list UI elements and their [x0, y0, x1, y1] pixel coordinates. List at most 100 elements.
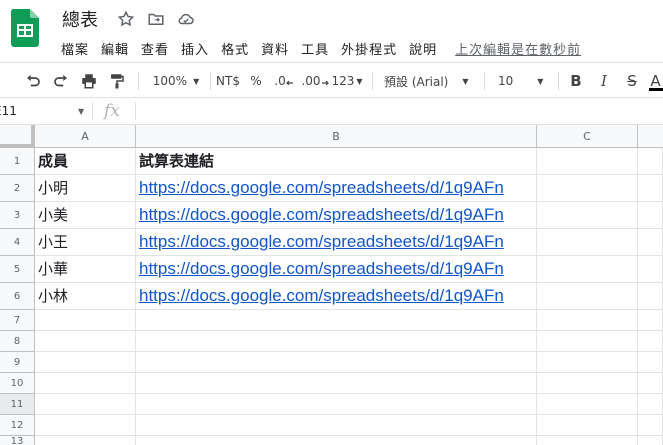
- cell-c12[interactable]: [537, 415, 638, 436]
- cell-c13[interactable]: [537, 436, 638, 445]
- cell-a8[interactable]: [35, 331, 136, 352]
- menu-edit[interactable]: 編輯: [95, 37, 135, 60]
- name-box[interactable]: E11 ▼: [0, 98, 92, 124]
- row-header-4[interactable]: 4: [0, 229, 35, 256]
- row-header-11[interactable]: 11: [0, 394, 35, 415]
- column-header-b[interactable]: B: [136, 125, 537, 148]
- column-header-a[interactable]: A: [35, 125, 136, 148]
- cell-c5[interactable]: [537, 256, 638, 283]
- menu-help[interactable]: 說明: [403, 37, 443, 60]
- cell-b6-link[interactable]: https://docs.google.com/spreadsheets/d/1…: [136, 283, 537, 310]
- row-header-2[interactable]: 2: [0, 175, 35, 202]
- cell-c10[interactable]: [537, 373, 638, 394]
- row-header-1[interactable]: 1: [0, 148, 35, 175]
- cell-d2[interactable]: [638, 175, 663, 202]
- cell-b9[interactable]: [136, 352, 537, 373]
- cell-d6[interactable]: [638, 283, 663, 310]
- cell-a2[interactable]: 小明: [35, 175, 136, 202]
- strikethrough-button[interactable]: S: [622, 68, 642, 94]
- menu-tools[interactable]: 工具: [295, 37, 335, 60]
- zoom-select[interactable]: 100% ▼: [146, 68, 206, 94]
- cell-d4[interactable]: [638, 229, 663, 256]
- redo-icon[interactable]: [48, 68, 74, 94]
- cell-b3-link[interactable]: https://docs.google.com/spreadsheets/d/1…: [136, 202, 537, 229]
- row-header-6[interactable]: 6: [0, 283, 35, 310]
- cell-b13[interactable]: [136, 436, 537, 445]
- row-header-8[interactable]: 8: [0, 331, 35, 352]
- cell-b12[interactable]: [136, 415, 537, 436]
- cell-b4-link[interactable]: https://docs.google.com/spreadsheets/d/1…: [136, 229, 537, 256]
- menu-insert[interactable]: 插入: [175, 37, 215, 60]
- column-header-d[interactable]: [638, 125, 663, 148]
- cell-a11[interactable]: [35, 394, 136, 415]
- menu-addons[interactable]: 外掛程式: [335, 37, 403, 60]
- select-all-corner[interactable]: [0, 125, 35, 148]
- cell-b2-link[interactable]: https://docs.google.com/spreadsheets/d/1…: [136, 175, 537, 202]
- cell-b7[interactable]: [136, 310, 537, 331]
- cell-d11[interactable]: [638, 394, 663, 415]
- cell-c3[interactable]: [537, 202, 638, 229]
- cell-a1[interactable]: 成員: [35, 148, 136, 175]
- row-header-13[interactable]: 13: [0, 436, 35, 445]
- formula-input[interactable]: [140, 98, 660, 124]
- sheets-logo-icon[interactable]: [10, 9, 40, 47]
- row-header-3[interactable]: 3: [0, 202, 35, 229]
- percent-format-button[interactable]: %: [246, 68, 266, 94]
- italic-button[interactable]: I: [594, 68, 614, 94]
- cell-d12[interactable]: [638, 415, 663, 436]
- cell-a4[interactable]: 小王: [35, 229, 136, 256]
- cell-d8[interactable]: [638, 331, 663, 352]
- cell-d7[interactable]: [638, 310, 663, 331]
- cell-c8[interactable]: [537, 331, 638, 352]
- cell-c11[interactable]: [537, 394, 638, 415]
- move-folder-icon[interactable]: [146, 9, 166, 29]
- last-edit-link[interactable]: 上次編輯是在數秒前: [455, 39, 581, 58]
- row-header-9[interactable]: 9: [0, 352, 35, 373]
- cell-d1[interactable]: [638, 148, 663, 175]
- cell-a9[interactable]: [35, 352, 136, 373]
- cloud-status-icon[interactable]: [176, 9, 196, 29]
- cell-c4[interactable]: [537, 229, 638, 256]
- cell-d3[interactable]: [638, 202, 663, 229]
- cell-c2[interactable]: [537, 175, 638, 202]
- font-family-select[interactable]: 預設 (Arial) ▼: [384, 68, 478, 94]
- cell-a3[interactable]: 小美: [35, 202, 136, 229]
- star-icon[interactable]: [116, 9, 136, 29]
- cell-d13[interactable]: [638, 436, 663, 445]
- cell-a5[interactable]: 小華: [35, 256, 136, 283]
- row-header-7[interactable]: 7: [0, 310, 35, 331]
- cell-c1[interactable]: [537, 148, 638, 175]
- cell-c7[interactable]: [537, 310, 638, 331]
- menu-format[interactable]: 格式: [215, 37, 255, 60]
- document-title[interactable]: 總表: [62, 6, 98, 32]
- undo-icon[interactable]: [20, 68, 46, 94]
- cell-b8[interactable]: [136, 331, 537, 352]
- row-header-10[interactable]: 10: [0, 373, 35, 394]
- cell-d5[interactable]: [638, 256, 663, 283]
- cell-a10[interactable]: [35, 373, 136, 394]
- menu-data[interactable]: 資料: [255, 37, 295, 60]
- paint-format-icon[interactable]: [104, 68, 130, 94]
- menu-file[interactable]: 檔案: [55, 37, 95, 60]
- increase-decimal-button[interactable]: .00: [300, 68, 330, 94]
- row-header-5[interactable]: 5: [0, 256, 35, 283]
- font-size-select[interactable]: 10 ▼: [498, 68, 554, 94]
- cell-c9[interactable]: [537, 352, 638, 373]
- cell-b1[interactable]: 試算表連結: [136, 148, 537, 175]
- cell-b11[interactable]: [136, 394, 537, 415]
- decrease-decimal-button[interactable]: .0: [271, 68, 297, 94]
- cell-b5-link[interactable]: https://docs.google.com/spreadsheets/d/1…: [136, 256, 537, 283]
- cell-c6[interactable]: [537, 283, 638, 310]
- print-icon[interactable]: [76, 68, 102, 94]
- cell-a12[interactable]: [35, 415, 136, 436]
- cell-a13[interactable]: [35, 436, 136, 445]
- cell-b10[interactable]: [136, 373, 537, 394]
- menu-view[interactable]: 查看: [135, 37, 175, 60]
- cell-a6[interactable]: 小林: [35, 283, 136, 310]
- cell-a7[interactable]: [35, 310, 136, 331]
- text-color-button[interactable]: A: [648, 68, 663, 94]
- cell-d9[interactable]: [638, 352, 663, 373]
- bold-button[interactable]: B: [566, 68, 586, 94]
- column-header-c[interactable]: C: [537, 125, 638, 148]
- currency-format-button[interactable]: NT$: [214, 68, 242, 94]
